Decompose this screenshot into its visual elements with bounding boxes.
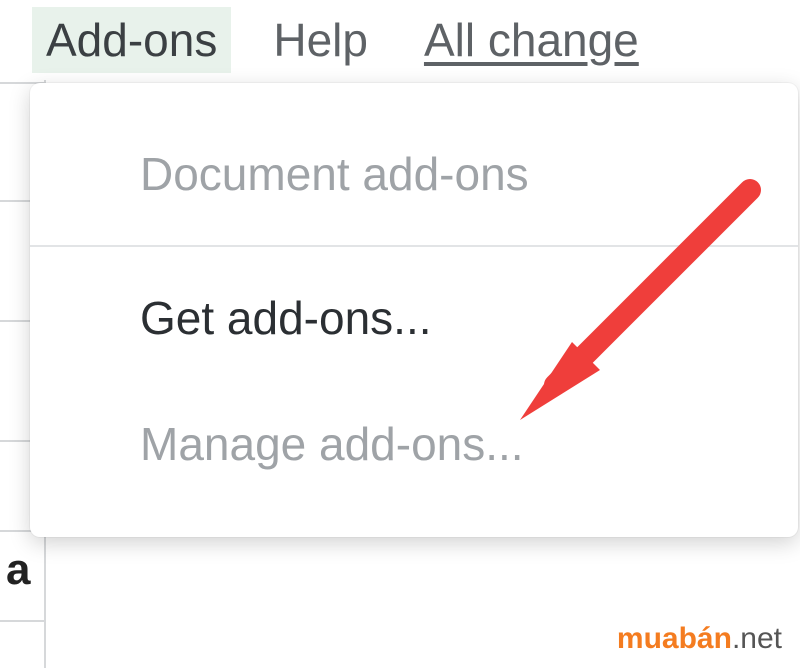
grid-line [0,620,46,622]
save-status[interactable]: All change [410,7,653,73]
menu-bar: Add-ons Help All change [0,0,800,80]
addons-dropdown: Document add-ons Get add-ons... Manage a… [30,83,798,537]
menu-help[interactable]: Help [259,7,382,73]
menu-item-get-addons[interactable]: Get add-ons... [30,255,798,381]
menu-addons[interactable]: Add-ons [32,7,231,73]
menu-item-document-addons: Document add-ons [30,111,798,237]
menu-divider [30,245,798,247]
menu-item-manage-addons[interactable]: Manage add-ons... [30,381,798,507]
watermark: muabán.net [617,622,782,656]
cell-content: a [6,545,28,595]
watermark-brand: muabán [617,622,732,655]
watermark-tld: .net [732,622,782,655]
